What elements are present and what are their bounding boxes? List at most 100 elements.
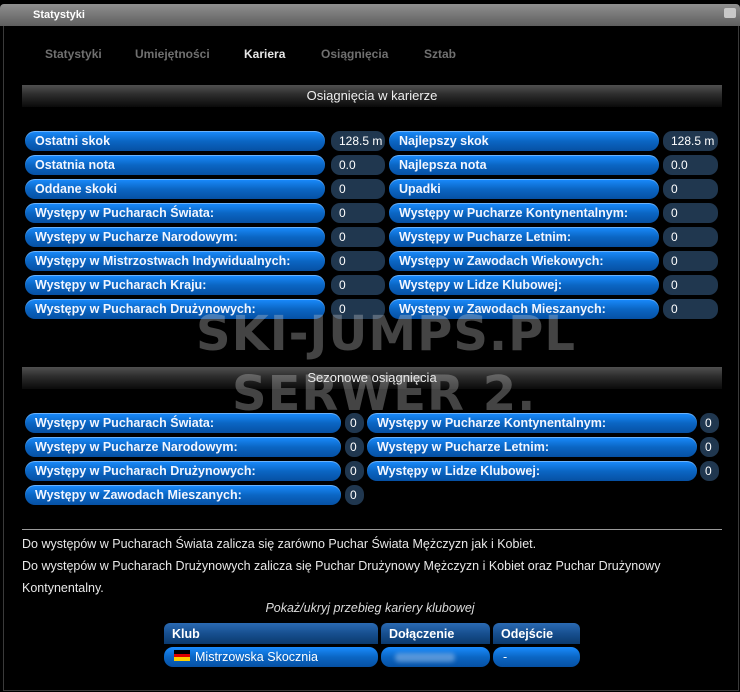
table-row-left: - (493, 647, 580, 667)
season-stat-value-text: 0 (350, 416, 357, 430)
career-stat-label: Występy w Zawodach Mieszanych: (389, 299, 659, 319)
note-world-cup: Do występów w Pucharach Świata zalicza s… (22, 537, 537, 551)
career-stat-value: 128.5 m (331, 131, 385, 151)
season-stat-value: 0 (700, 413, 719, 433)
tab-statystyki[interactable]: Statystyki (45, 47, 102, 61)
career-stat-value-text: 0.0 (339, 158, 356, 172)
note-team-cup: Do występów w Pucharach Drużynowych zali… (22, 559, 661, 595)
season-stat-label-text: Występy w Pucharach Świata: (35, 416, 214, 430)
germany-flag-icon (174, 650, 190, 661)
season-stat-label-text: Występy w Pucharze Narodowym: (35, 440, 238, 454)
career-stat-value-text: 0 (339, 278, 346, 292)
career-stat-label-text: Występy w Zawodach Wiekowych: (399, 254, 604, 268)
career-stat-label: Występy w Pucharach Świata: (25, 203, 325, 223)
season-stat-value-text: 0 (350, 488, 357, 502)
season-stat-label-text: Występy w Zawodach Mieszanych: (35, 488, 242, 502)
career-section-title: Osiągnięcia w karierze (306, 88, 438, 103)
career-stat-value-text: 0 (339, 182, 346, 196)
career-stat-label-text: Występy w Zawodach Mieszanych: (399, 302, 606, 316)
career-stat-label-text: Występy w Pucharach Świata: (35, 206, 214, 220)
club-name: Mistrzowska Skocznia (195, 650, 318, 664)
career-stat-value: 0 (331, 227, 385, 247)
career-stat-label: Występy w Lidze Klubowej: (389, 275, 659, 295)
career-stat-label-text: Występy w Lidze Klubowej: (399, 278, 562, 292)
career-stat-label: Występy w Mistrzostwach Indywidualnych: (25, 251, 325, 271)
career-stat-label: Występy w Pucharach Drużynowych: (25, 299, 325, 319)
career-stat-label: Występy w Zawodach Wiekowych: (389, 251, 659, 271)
career-stat-value-text: 0 (339, 302, 346, 316)
season-stat-label-text: Występy w Pucharze Kontynentalnym: (377, 416, 606, 430)
season-stat-value-text: 0 (705, 464, 712, 478)
season-stat-label-text: Występy w Lidze Klubowej: (377, 464, 540, 478)
season-stat-label: Występy w Lidze Klubowej: (367, 461, 697, 481)
career-stat-value: 0 (331, 179, 385, 199)
table-row-club[interactable]: Mistrzowska Skocznia (164, 647, 378, 667)
career-stat-value-text: 0 (671, 302, 678, 316)
career-stat-label: Występy w Pucharze Letnim: (389, 227, 659, 247)
career-stat-label-text: Najlepsza nota (399, 158, 487, 172)
career-stat-value: 0 (663, 299, 718, 319)
career-stat-value-text: 0.0 (671, 158, 688, 172)
season-stat-value: 0 (345, 413, 364, 433)
season-stat-label: Występy w Pucharach Drużynowych: (25, 461, 341, 481)
column-header-joined-label: Dołączenie (389, 627, 455, 641)
window-titlebar[interactable]: Statystyki (0, 4, 740, 26)
career-stat-label-text: Występy w Pucharze Kontynentalnym: (399, 206, 628, 220)
career-stat-label: Występy w Pucharze Kontynentalnym: (389, 203, 659, 223)
career-stat-value: 0 (663, 227, 718, 247)
tab-umiejetnosci[interactable]: Umiejętności (135, 47, 210, 61)
career-stat-label: Występy w Pucharach Kraju: (25, 275, 325, 295)
season-stat-label: Występy w Pucharach Świata: (25, 413, 341, 433)
window-title: Statystyki (33, 9, 85, 21)
career-stat-label-text: Najlepszy skok (399, 134, 489, 148)
season-stat-value-text: 0 (705, 440, 712, 454)
career-stat-label-text: Oddane skoki (35, 182, 117, 196)
season-section-title: Sezonowe osiągnięcia (307, 370, 437, 385)
career-stat-value: 128.5 m (663, 131, 718, 151)
joined-date-redacted (395, 653, 455, 662)
career-stat-label: Oddane skoki (25, 179, 325, 199)
season-stat-value: 0 (345, 485, 364, 505)
tab-bar: Statystyki Umiejętności Kariera Osiągnię… (0, 47, 740, 63)
career-stat-label-text: Występy w Mistrzostwach Indywidualnych: (35, 254, 291, 268)
career-stat-value-text: 0 (671, 278, 678, 292)
career-stat-label: Występy w Pucharze Narodowym: (25, 227, 325, 247)
career-stat-label: Upadki (389, 179, 659, 199)
column-header-left[interactable]: Odejście (493, 623, 580, 644)
club-left-value: - (503, 650, 508, 664)
career-stat-value-text: 0 (671, 230, 678, 244)
career-stat-value: 0 (331, 275, 385, 295)
column-header-club-label: Klub (172, 627, 200, 641)
career-stat-value: 0 (663, 275, 718, 295)
column-header-left-label: Odejście (501, 627, 554, 641)
tab-sztab[interactable]: Sztab (424, 47, 456, 61)
career-stat-value-text: 0 (671, 254, 678, 268)
career-stat-label: Ostatni skok (25, 131, 325, 151)
club-history-toggle[interactable]: Pokaż/ukryj przebieg kariery klubowej (0, 601, 740, 615)
career-stat-label-text: Występy w Pucharach Kraju: (35, 278, 207, 292)
season-stat-label: Występy w Pucharze Narodowym: (25, 437, 341, 457)
career-stat-value-text: 0 (339, 230, 346, 244)
table-row-joined (381, 647, 490, 667)
season-stat-value: 0 (345, 461, 364, 481)
window-corner-icon (724, 8, 736, 18)
career-stat-label: Najlepszy skok (389, 131, 659, 151)
career-stat-label: Ostatnia nota (25, 155, 325, 175)
career-stat-value-text: 0 (339, 254, 346, 268)
career-stat-value-text: 128.5 m (671, 134, 715, 148)
column-header-joined[interactable]: Dołączenie (381, 623, 490, 644)
statistics-window: Statystyki Statystyki Umiejętności Karie… (0, 0, 740, 692)
career-stat-value: 0 (331, 299, 385, 319)
tab-osiagniecia[interactable]: Osiągnięcia (321, 47, 388, 61)
career-stat-label-text: Ostatnia nota (35, 158, 115, 172)
season-stat-value-text: 0 (350, 440, 357, 454)
season-stat-value-text: 0 (350, 464, 357, 478)
career-stat-value-text: 0 (671, 206, 678, 220)
career-stat-label-text: Upadki (399, 182, 441, 196)
season-stat-value-text: 0 (705, 416, 712, 430)
column-header-club[interactable]: Klub (164, 623, 378, 644)
tab-kariera[interactable]: Kariera (244, 47, 285, 61)
career-stat-value: 0 (663, 251, 718, 271)
season-stat-label: Występy w Pucharze Letnim: (367, 437, 697, 457)
career-stat-label-text: Występy w Pucharze Letnim: (399, 230, 572, 244)
